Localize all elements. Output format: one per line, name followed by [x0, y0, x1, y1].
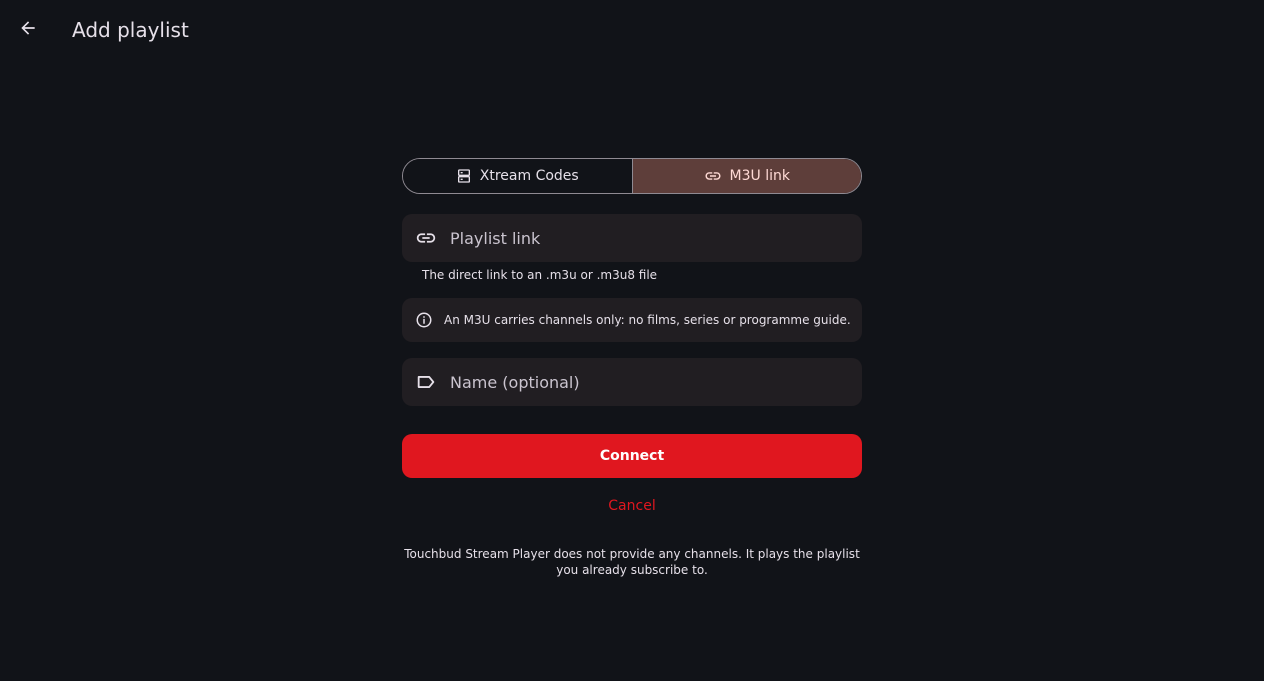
add-playlist-screen: Add playlist Xtream Codes M3U link Playl… — [0, 0, 1264, 681]
link-icon — [414, 226, 438, 250]
playlist-link-input[interactable] — [450, 228, 830, 248]
page-title: Add playlist — [72, 18, 189, 42]
tab-m3u-link[interactable]: M3U link — [632, 159, 861, 193]
tab-xtream-codes-label: Xtream Codes — [479, 168, 579, 184]
info-text: An M3U carries channels only: no films, … — [444, 313, 851, 327]
label-icon — [414, 370, 438, 394]
connect-button[interactable]: Connect — [402, 434, 862, 478]
tab-xtream-codes[interactable]: Xtream Codes — [403, 159, 633, 193]
name-field[interactable] — [402, 358, 862, 406]
cancel-button[interactable]: Cancel — [592, 496, 672, 516]
info-banner: An M3U carries channels only: no films, … — [402, 298, 862, 342]
arrow-back-icon — [21, 21, 35, 35]
back-button[interactable] — [12, 12, 44, 44]
footer-note: Touchbud Stream Player does not provide … — [404, 547, 860, 577]
playlist-type-selector: Xtream Codes M3U link — [402, 158, 862, 194]
playlist-form: Xtream Codes M3U link The direct link to… — [402, 158, 862, 578]
server-icon — [456, 168, 472, 184]
link-icon — [704, 167, 722, 185]
playlist-link-field[interactable] — [402, 214, 862, 262]
info-icon — [414, 310, 434, 330]
tab-m3u-link-label: M3U link — [729, 168, 790, 184]
name-input[interactable] — [450, 372, 830, 392]
playlist-link-helper: The direct link to an .m3u or .m3u8 file — [422, 268, 658, 282]
